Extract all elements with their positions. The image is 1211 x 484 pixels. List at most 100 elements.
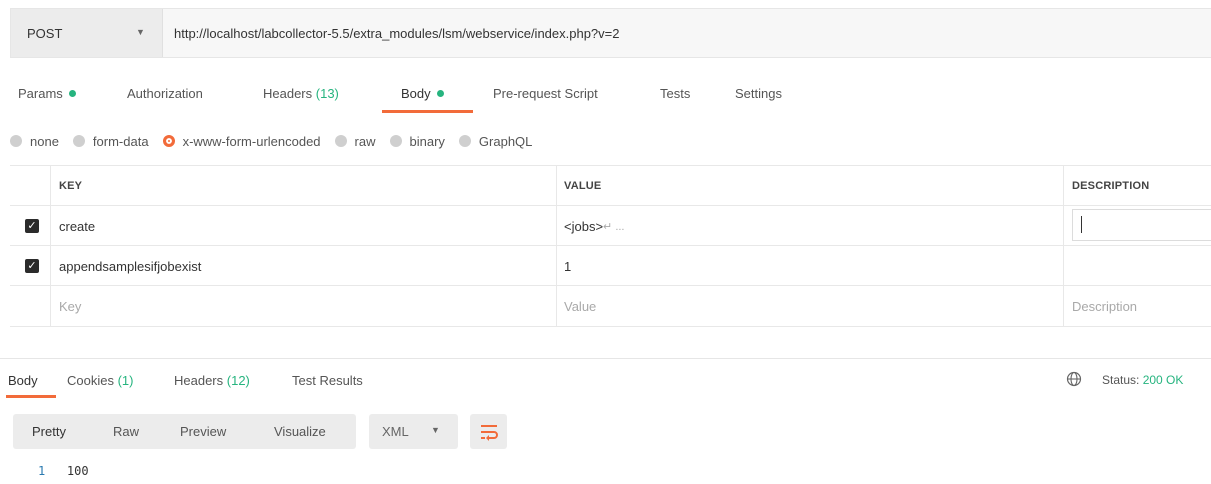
response-headers-count: (12) — [226, 373, 250, 388]
headers-count: (13) — [315, 86, 339, 101]
status-label: Status: — [1102, 373, 1140, 387]
column-divider — [50, 206, 51, 246]
column-header-value: VALUE — [564, 180, 602, 192]
param-key[interactable]: appendsamplesifjobexist — [59, 246, 201, 286]
view-mode-raw[interactable]: Raw — [113, 424, 139, 439]
checkmark-icon: ✓ — [25, 259, 39, 273]
table-row: ✓ appendsamplesifjobexist 1 — [10, 245, 1211, 286]
radio-icon — [334, 135, 347, 147]
column-divider — [50, 166, 51, 206]
request-url-bar: POST ▼ http://localhost/labcollector-5.5… — [10, 8, 1211, 58]
status-value: 200 OK — [1142, 373, 1184, 387]
param-key[interactable]: create — [59, 206, 95, 246]
view-mode-visualize[interactable]: Visualize — [274, 424, 326, 439]
active-tab-indicator — [382, 110, 473, 113]
row-checkbox[interactable]: ✓ — [25, 246, 39, 286]
table-row: ✓ create <jobs> ↵ ... — [10, 205, 1211, 246]
column-divider — [556, 286, 557, 326]
checkmark-icon: ✓ — [25, 219, 39, 233]
response-divider — [0, 358, 1211, 359]
radio-form-data-label: form-data — [92, 133, 149, 149]
column-header-key: KEY — [59, 180, 83, 192]
column-divider — [556, 206, 557, 246]
tab-authorization[interactable]: Authorization — [127, 86, 203, 101]
response-tab-headers[interactable]: Headers (12) — [174, 373, 250, 388]
column-header-description: DESCRIPTION — [1072, 180, 1150, 192]
radio-selected-icon — [162, 135, 175, 147]
tab-headers-label: Headers — [263, 86, 313, 101]
column-divider — [1063, 206, 1064, 246]
response-tab-cookies-label: Cookies — [67, 373, 114, 388]
param-value-text: <jobs> — [564, 218, 604, 234]
new-description-input[interactable]: Description — [1072, 286, 1137, 326]
params-indicator-dot — [68, 90, 76, 97]
column-divider — [556, 246, 557, 286]
radio-none[interactable]: none — [10, 134, 59, 149]
tab-headers[interactable]: Headers (13) — [263, 86, 339, 101]
wrap-lines-button[interactable] — [470, 414, 507, 449]
tab-tests[interactable]: Tests — [660, 86, 690, 101]
radio-raw[interactable]: raw — [334, 133, 376, 149]
row-checkbox[interactable]: ✓ — [25, 206, 39, 246]
param-value-suffix: ↵ ... — [603, 220, 625, 233]
radio-urlencoded-label: x-www-form-urlencoded — [182, 133, 321, 149]
url-input[interactable]: http://localhost/labcollector-5.5/extra_… — [174, 9, 620, 57]
wrap-lines-icon — [480, 424, 498, 441]
view-mode-preview[interactable]: Preview — [180, 424, 226, 439]
globe-icon[interactable] — [1066, 371, 1082, 387]
body-type-selector: none form-data x-www-form-urlencoded raw… — [10, 131, 546, 151]
tab-params[interactable]: Params — [18, 86, 76, 101]
format-select[interactable]: XML ▼ — [369, 414, 458, 449]
param-value[interactable]: 1 — [564, 246, 571, 286]
chevron-down-icon: ▼ — [431, 425, 440, 435]
radio-form-data[interactable]: form-data — [72, 133, 149, 149]
body-indicator-dot — [436, 90, 444, 97]
column-divider — [1063, 166, 1064, 206]
body-params-table: KEY VALUE DESCRIPTION ✓ create <jobs> ↵ … — [10, 165, 1211, 327]
radio-binary-label: binary — [409, 133, 445, 149]
method-select[interactable]: POST ▼ — [11, 9, 163, 57]
chevron-down-icon: ▼ — [136, 27, 145, 37]
text-cursor — [1081, 216, 1082, 233]
active-response-tab-indicator — [6, 395, 56, 398]
new-key-input[interactable]: Key — [59, 286, 81, 326]
radio-icon — [10, 135, 22, 147]
column-divider — [50, 246, 51, 286]
response-tab-body[interactable]: Body — [8, 373, 38, 388]
column-divider — [1063, 246, 1064, 286]
radio-graphql-label: GraphQL — [478, 133, 533, 149]
tab-settings[interactable]: Settings — [735, 86, 782, 101]
response-body-content: 100 — [66, 464, 89, 478]
table-header-row: KEY VALUE DESCRIPTION — [10, 165, 1211, 206]
radio-binary[interactable]: binary — [389, 133, 445, 149]
response-tab-cookies[interactable]: Cookies (1) — [67, 373, 133, 388]
tab-pre-request-script[interactable]: Pre-request Script — [493, 86, 598, 101]
radio-graphql[interactable]: GraphQL — [458, 133, 533, 149]
radio-icon — [72, 135, 85, 147]
radio-none-label: none — [30, 133, 59, 149]
radio-urlencoded[interactable]: x-www-form-urlencoded — [162, 133, 321, 149]
response-view-modes: Pretty Raw Preview Visualize — [13, 414, 356, 449]
tab-params-label: Params — [18, 86, 63, 101]
tab-body-label: Body — [401, 86, 431, 101]
view-mode-pretty[interactable]: Pretty — [32, 424, 66, 439]
method-label: POST — [27, 25, 63, 41]
tab-body[interactable]: Body — [401, 86, 444, 101]
response-tab-test-results[interactable]: Test Results — [292, 373, 363, 388]
column-divider — [1063, 286, 1064, 326]
response-tab-headers-label: Headers — [174, 373, 224, 388]
column-divider — [556, 166, 557, 206]
param-value[interactable]: <jobs> ↵ ... — [564, 206, 625, 246]
new-value-input[interactable]: Value — [564, 286, 596, 326]
format-select-label: XML — [382, 424, 409, 439]
radio-icon — [389, 135, 402, 147]
radio-icon — [458, 135, 471, 147]
response-status: Status: 200 OK — [1102, 373, 1183, 387]
radio-raw-label: raw — [354, 133, 376, 149]
param-description-field[interactable] — [1072, 209, 1211, 241]
column-divider — [50, 286, 51, 326]
table-row-new: Key Value Description — [10, 285, 1211, 327]
line-number: 1 — [38, 464, 46, 478]
cookies-count: (1) — [117, 373, 134, 388]
response-body-line: 1 100 — [38, 464, 89, 478]
